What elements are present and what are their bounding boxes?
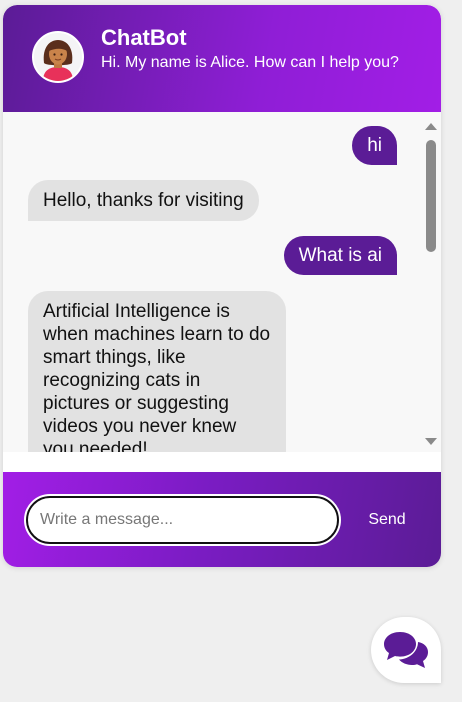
- chatbot-title: ChatBot: [101, 25, 187, 50]
- chat-footer: Send: [3, 472, 441, 567]
- chat-window: ChatBot Hi. My name is Alice. How can I …: [3, 5, 441, 567]
- chat-bubbles-icon: [384, 632, 428, 668]
- user-message: hi: [352, 126, 397, 165]
- chatbot-subtitle: Hi. My name is Alice. How can I help you…: [101, 54, 399, 71]
- bot-message: Hello, thanks for visiting: [28, 180, 259, 221]
- message-input[interactable]: [24, 494, 341, 546]
- bot-message: Artificial Intelligence is when machines…: [28, 291, 286, 452]
- scroll-up-arrow-icon[interactable]: [425, 123, 437, 130]
- send-button[interactable]: Send: [355, 506, 419, 534]
- avatar: [32, 31, 84, 83]
- chat-header: ChatBot Hi. My name is Alice. How can I …: [3, 5, 441, 112]
- chat-launcher-button[interactable]: [371, 617, 441, 683]
- user-message: What is ai: [283, 236, 397, 275]
- message-scrollbar[interactable]: [422, 112, 441, 452]
- scroll-thumb[interactable]: [426, 140, 436, 252]
- female-user-avatar-icon: [34, 33, 82, 81]
- scroll-down-arrow-icon[interactable]: [425, 438, 437, 445]
- message-list[interactable]: hi Hello, thanks for visiting What is ai…: [3, 112, 441, 452]
